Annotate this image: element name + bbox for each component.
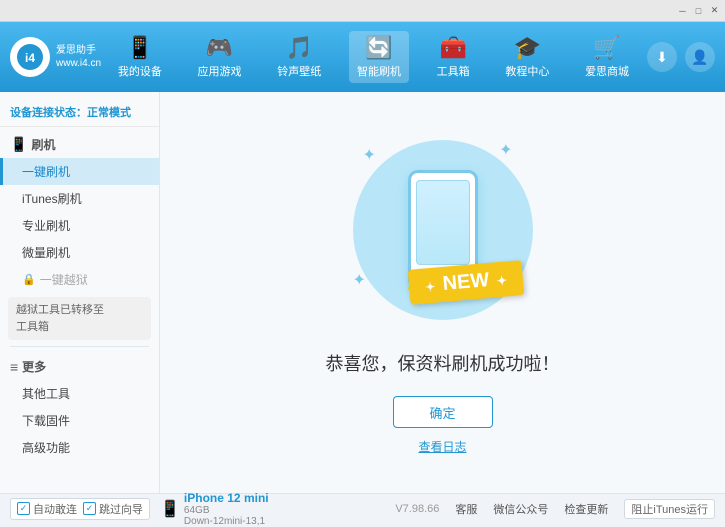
info-line2: 工具箱 (16, 319, 143, 336)
download-btn[interactable]: ⬇ (647, 42, 677, 72)
nav-my-device[interactable]: 📱 我的设备 (110, 31, 170, 83)
sidebar-item-jailbreak-disabled: 🔒 一键越狱 (0, 266, 159, 293)
phone-screen (416, 180, 470, 265)
sparkle-icon-3: ✦ (353, 270, 366, 290)
shop-icon: 🛒 (593, 35, 620, 61)
sparkle-icon-1: ✦ (363, 145, 376, 165)
nav-shop-label: 爱思商城 (585, 63, 629, 79)
new-ribbon: ✦ NEW ✦ (407, 260, 524, 305)
user-btn[interactable]: 👤 (685, 42, 715, 72)
tutorial-icon: 🎓 (514, 35, 541, 61)
my-device-icon: 📱 (126, 35, 153, 61)
new-banner: ✦ NEW ✦ (409, 265, 523, 300)
phone-illustration: ✦ ✦ ✦ ✦ NEW ✦ (343, 130, 543, 330)
auto-connect-checkmark (17, 502, 30, 515)
toolbox-icon: 🧰 (439, 35, 466, 61)
device-status-label: 设备连接状态： (10, 107, 87, 119)
device-status: 设备连接状态：正常模式 (0, 100, 159, 127)
sidebar-item-other-tools[interactable]: 其他工具 (0, 380, 159, 407)
skip-wizard-checkmark (83, 502, 96, 515)
success-card: ✦ ✦ ✦ ✦ NEW ✦ 恭喜您，保资料刷机成功啦！ 确定 (326, 130, 560, 455)
sidebar-item-advanced[interactable]: 高级功能 (0, 434, 159, 461)
sidebar-item-itunes[interactable]: iTunes刷机 (0, 185, 159, 212)
svg-text:i4: i4 (25, 51, 35, 65)
skip-wizard-label: 跳过向导 (99, 501, 143, 517)
device-storage: 64GB (184, 505, 269, 516)
device-info-section: 📱 iPhone 12 mini 64GB Down-12mini-13,1 (160, 491, 269, 527)
confirm-button[interactable]: 确定 (393, 396, 493, 428)
wechat-public-link[interactable]: 微信公众号 (493, 501, 548, 517)
nav-tutorial-label: 教程中心 (505, 63, 549, 79)
auto-connect-label: 自动敢连 (33, 501, 77, 517)
star-left: ✦ (424, 280, 435, 295)
nav-bar: 📱 我的设备 🎮 应用游戏 🎵 铃声壁纸 🔄 智能刷机 🧰 工具箱 🎓 教程中心… (100, 31, 647, 83)
device-status-value: 正常模式 (87, 107, 131, 119)
maximize-btn[interactable]: □ (692, 4, 705, 17)
device-info: iPhone 12 mini 64GB Down-12mini-13,1 (184, 491, 269, 527)
new-label: NEW (441, 269, 489, 295)
device-name: iPhone 12 mini (184, 491, 269, 505)
header: i4 爱思助手 www.i4.cn 📱 我的设备 🎮 应用游戏 🎵 铃声壁纸 🔄… (0, 22, 725, 92)
more-group-label: 更多 (22, 358, 46, 375)
sidebar-item-download-fw[interactable]: 下载固件 (0, 407, 159, 434)
sidebar-info-box: 越狱工具已转移至 工具箱 (8, 297, 151, 340)
bottom-right: V7.98.66 客服 微信公众号 检查更新 阻止iTunes运行 (395, 499, 715, 519)
ringtone-icon: 🎵 (286, 35, 313, 61)
skip-wizard-checkbox[interactable]: 跳过向导 (83, 501, 143, 517)
title-bar: ─ □ ✕ (0, 0, 725, 22)
window-controls: ─ □ ✕ (676, 4, 721, 17)
sparkle-icon-2: ✦ (499, 140, 512, 160)
logo-area: i4 爱思助手 www.i4.cn (10, 37, 100, 77)
customer-service-link[interactable]: 客服 (455, 501, 477, 517)
nav-apps-games-label: 应用游戏 (198, 63, 242, 79)
close-btn[interactable]: ✕ (708, 4, 721, 17)
auto-connect-checkbox[interactable]: 自动敢连 (17, 501, 77, 517)
nav-toolbox-label: 工具箱 (437, 63, 470, 79)
flash-group-label: 刷机 (31, 136, 55, 153)
apps-games-icon: 🎮 (206, 35, 233, 61)
info-line1: 越狱工具已转移至 (16, 302, 143, 319)
smart-flash-icon: 🔄 (365, 35, 392, 61)
nav-tutorial[interactable]: 🎓 教程中心 (497, 31, 557, 83)
jailbreak-label: 一键越狱 (40, 271, 88, 288)
sidebar-group-more: ≡ 更多 (0, 353, 159, 380)
logo-text: 爱思助手 www.i4.cn (56, 44, 101, 70)
sidebar: 设备连接状态：正常模式 📱 刷机 一键刷机 iTunes刷机 专业刷机 微量刷机… (0, 92, 160, 493)
nav-ringtone-label: 铃声壁纸 (277, 63, 321, 79)
main-layout: 设备连接状态：正常模式 📱 刷机 一键刷机 iTunes刷机 专业刷机 微量刷机… (0, 92, 725, 493)
content-area: ✦ ✦ ✦ ✦ NEW ✦ 恭喜您，保资料刷机成功啦！ 确定 (160, 92, 725, 493)
nav-my-device-label: 我的设备 (118, 63, 162, 79)
sidebar-divider (10, 346, 149, 347)
star-right: ✦ (496, 273, 507, 288)
minimize-btn[interactable]: ─ (676, 4, 689, 17)
more-group-icon: ≡ (10, 359, 18, 375)
view-log-link[interactable]: 查看日志 (418, 438, 466, 455)
flash-group-icon: 📱 (10, 136, 27, 153)
bottom-left: 自动敢连 跳过向导 📱 iPhone 12 mini 64GB Down-12m… (10, 491, 395, 527)
sidebar-item-one-click[interactable]: 一键刷机 (0, 158, 159, 185)
nav-ringtone[interactable]: 🎵 铃声壁纸 (269, 31, 329, 83)
version-text: V7.98.66 (395, 503, 439, 515)
sidebar-group-flash: 📱 刷机 (0, 131, 159, 158)
nav-apps-games[interactable]: 🎮 应用游戏 (190, 31, 250, 83)
bottom-bar: 自动敢连 跳过向导 📱 iPhone 12 mini 64GB Down-12m… (0, 493, 725, 523)
nav-toolbox[interactable]: 🧰 工具箱 (429, 31, 478, 83)
nav-smart-flash-label: 智能刷机 (357, 63, 401, 79)
lock-icon: 🔒 (22, 273, 36, 286)
header-right: ⬇ 👤 (647, 42, 715, 72)
stop-itunes-label: 阻止iTunes运行 (631, 501, 708, 517)
nav-shop[interactable]: 🛒 爱思商城 (577, 31, 637, 83)
check-update-link[interactable]: 检查更新 (564, 501, 608, 517)
sidebar-item-pro-flash[interactable]: 专业刷机 (0, 212, 159, 239)
stop-itunes-btn[interactable]: 阻止iTunes运行 (624, 499, 715, 519)
device-system: Down-12mini-13,1 (184, 516, 269, 527)
logo-icon: i4 (10, 37, 50, 77)
device-phone-icon: 📱 (160, 499, 180, 519)
checkbox-group: 自动敢连 跳过向导 (10, 498, 150, 520)
sidebar-item-micro-flash[interactable]: 微量刷机 (0, 239, 159, 266)
success-message: 恭喜您，保资料刷机成功啦！ (326, 350, 560, 376)
nav-smart-flash[interactable]: 🔄 智能刷机 (349, 31, 409, 83)
